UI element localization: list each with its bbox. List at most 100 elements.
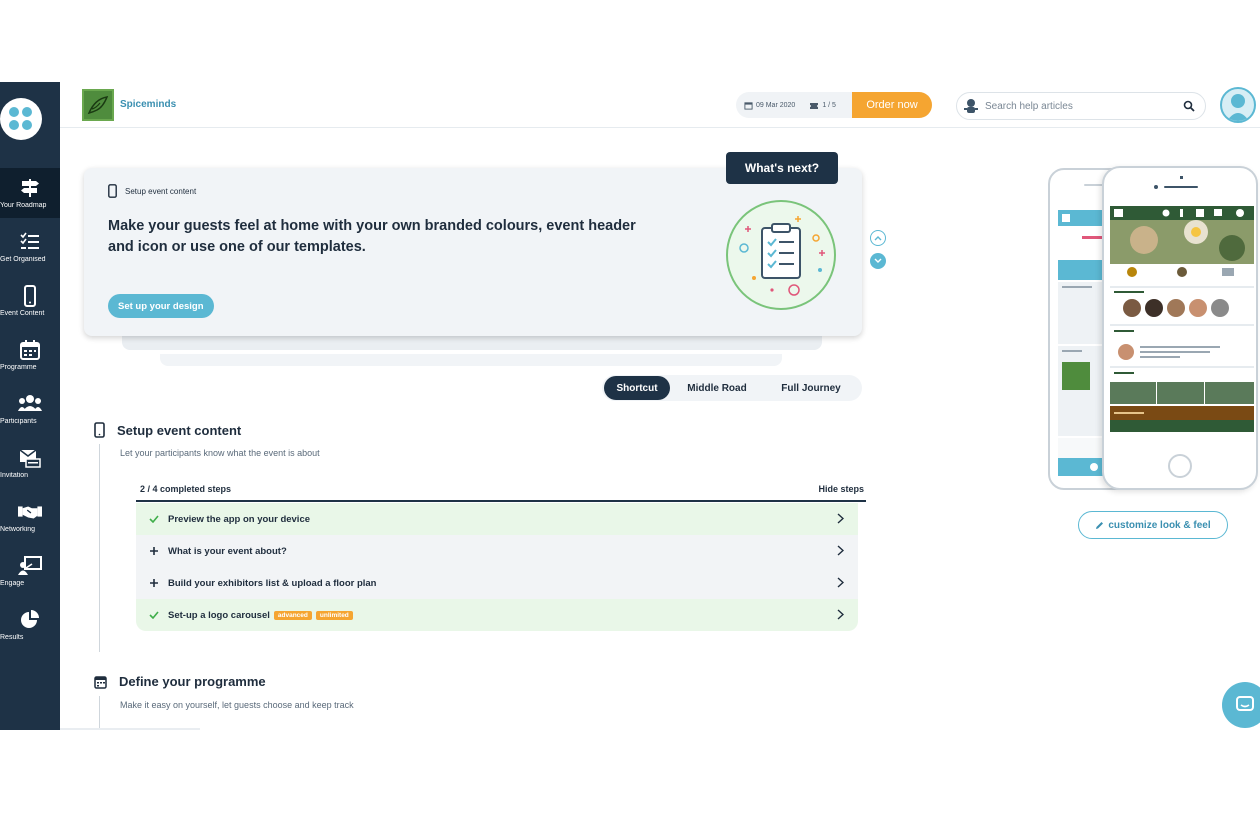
sidebar-item-label: Engage — [0, 580, 25, 587]
sidebar-item-label: Event Content — [0, 310, 45, 317]
sidebar-item-label: Programme — [0, 364, 37, 371]
organisation-logo[interactable] — [82, 89, 114, 121]
chevron-right-icon — [837, 513, 844, 524]
calendar-small-icon — [744, 101, 753, 110]
section-timeline — [99, 444, 100, 652]
carousel-up-button[interactable] — [870, 230, 886, 246]
help-robot-icon — [963, 98, 979, 114]
app-logo[interactable] — [0, 98, 42, 140]
chevron-right-icon — [837, 609, 844, 620]
card-kicker-text: Setup event content — [125, 186, 197, 196]
user-silhouette-icon — [1227, 94, 1249, 121]
journey-option-shortcut[interactable]: Shortcut — [604, 376, 670, 400]
plus-icon — [148, 546, 160, 556]
steps-list: Preview the app on your device What is y… — [136, 503, 858, 631]
chevron-up-icon — [874, 236, 882, 241]
clipboard-illustration-icon — [726, 200, 836, 310]
section-subtitle: Make it easy on yourself, let guests cho… — [120, 700, 354, 710]
app-window: Your Roadmap Get Organised Event Content… — [0, 82, 1260, 730]
scroll-indicator — [60, 728, 200, 730]
badge-unlimited: unlimited — [315, 610, 353, 620]
next-step-card: Setup event content Make your guests fee… — [84, 152, 862, 336]
customize-label: customize look & feel — [1108, 519, 1211, 531]
search-icon[interactable] — [1183, 100, 1195, 112]
hide-steps-link[interactable]: Hide steps — [818, 484, 864, 494]
section-title: Define your programme — [94, 674, 266, 689]
sidebar-item-networking[interactable]: Networking — [0, 492, 60, 542]
chevron-down-icon — [874, 258, 882, 263]
pencil-icon — [1096, 521, 1104, 529]
phone-icon — [18, 285, 42, 307]
card-headline: Make your guests feel at home with your … — [108, 218, 636, 255]
order-now-button[interactable]: Order now — [852, 92, 932, 118]
section-title: Setup event content — [94, 422, 241, 438]
section-title-text: Define your programme — [119, 674, 266, 689]
phone-icon — [108, 184, 117, 198]
plus-icon — [148, 578, 160, 588]
check-icon — [148, 515, 160, 523]
carousel-down-button[interactable] — [870, 253, 886, 269]
user-avatar[interactable] — [1220, 87, 1256, 123]
step-label: Build your exhibitors list & upload a fl… — [168, 577, 377, 589]
sidebar-item-label: Participants — [0, 418, 37, 425]
chat-icon — [1236, 696, 1254, 711]
step-exhibitors[interactable]: Build your exhibitors list & upload a fl… — [136, 567, 858, 599]
step-label: What is your event about? — [168, 545, 287, 557]
check-icon — [148, 611, 160, 619]
sidebar-item-engage[interactable]: Engage — [0, 546, 60, 596]
event-slots: 1 / 5 — [809, 101, 836, 110]
calendar-icon — [18, 339, 42, 361]
ticket-icon — [810, 102, 819, 109]
step-event-about[interactable]: What is your event about? — [136, 535, 858, 567]
phone-icon — [94, 422, 105, 438]
pie-chart-icon — [18, 609, 42, 631]
section-timeline — [99, 696, 100, 730]
steps-progress: 2 / 4 completed steps Hide steps — [136, 478, 866, 502]
roadmap-icon — [18, 177, 42, 199]
chevron-right-icon — [837, 577, 844, 588]
journey-option-middle-road[interactable]: Middle Road — [670, 376, 764, 400]
organisation-name[interactable]: Spiceminds — [120, 99, 176, 110]
customize-look-feel-button[interactable]: customize look & feel — [1078, 511, 1228, 539]
section-subtitle: Let your participants know what the even… — [120, 448, 320, 458]
card-kicker: Setup event content — [108, 184, 196, 198]
event-date: 09 Mar 2020 — [744, 101, 795, 110]
sidebar-item-get-organised[interactable]: Get Organised — [0, 222, 60, 272]
step-logo-carousel[interactable]: Set-up a logo carousel advanced unlimite… — [136, 599, 858, 631]
sidebar-item-programme[interactable]: Programme — [0, 330, 60, 380]
section-title-text: Setup event content — [117, 422, 242, 438]
event-slots-text: 1 / 5 — [822, 101, 836, 109]
step-label: Set-up a logo carousel — [168, 609, 270, 621]
invitation-icon — [18, 447, 42, 469]
badge-advanced: advanced — [273, 610, 312, 620]
checklist-icon — [18, 231, 42, 253]
sidebar-item-label: Your Roadmap — [0, 202, 47, 209]
steps-progress-text: 2 / 4 completed steps — [140, 484, 232, 494]
sidebar-item-event-content[interactable]: Event Content — [0, 276, 60, 326]
card-stack-layer — [160, 354, 782, 366]
sidebar-item-results[interactable]: Results — [0, 600, 60, 650]
sidebar-item-label: Get Organised — [0, 256, 46, 263]
help-search-input[interactable] — [985, 100, 1175, 112]
phone-screen-front — [1110, 176, 1254, 478]
help-search — [956, 92, 1206, 120]
set-up-design-button[interactable]: Set up your design — [108, 294, 214, 318]
chat-support-button[interactable] — [1222, 682, 1260, 728]
step-preview-app[interactable]: Preview the app on your device — [136, 503, 858, 535]
logo-dots-icon — [9, 107, 33, 131]
sidebar: Your Roadmap Get Organised Event Content… — [0, 82, 60, 730]
presentation-icon — [18, 555, 42, 577]
event-date-text: 09 Mar 2020 — [756, 101, 796, 109]
sidebar-item-label: Networking — [0, 526, 36, 533]
whats-next-button[interactable]: What's next? — [726, 152, 838, 184]
sidebar-item-label: Results — [0, 634, 24, 641]
sidebar-item-participants[interactable]: Participants — [0, 384, 60, 434]
journey-selector: Shortcut Middle Road Full Journey — [602, 375, 862, 401]
chevron-right-icon — [837, 545, 844, 556]
sidebar-item-roadmap[interactable]: Your Roadmap — [0, 168, 60, 218]
sidebar-item-invitation[interactable]: Invitation — [0, 438, 60, 488]
journey-option-full-journey[interactable]: Full Journey — [764, 376, 858, 400]
calendar-icon — [94, 675, 107, 689]
card-stack-layer — [122, 336, 822, 350]
sidebar-item-label: Invitation — [0, 472, 29, 479]
